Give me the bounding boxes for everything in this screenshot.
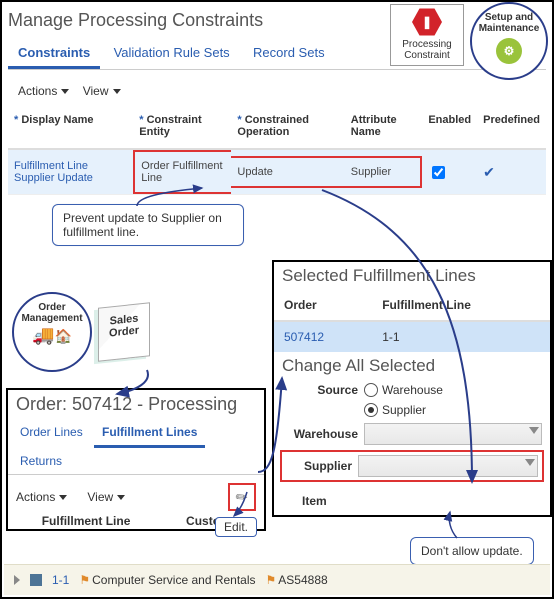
processing-constraint-badge: ❚ Processing Constraint	[390, 4, 464, 66]
chevron-down-icon	[117, 495, 125, 500]
order-tabs: Order Lines Fulfillment Lines Returns	[8, 419, 264, 475]
order-management-label: Order Management	[14, 302, 90, 324]
col-constrained-operation[interactable]: * Constrained Operation	[231, 108, 344, 149]
sfl-title: Selected Fulfillment Lines	[274, 262, 550, 290]
order-panel: Order: 507412 - Processing Order Lines F…	[6, 388, 266, 531]
flag-icon: ⚑	[79, 573, 90, 587]
selected-fulfillment-lines-panel: Selected Fulfillment Lines Order Fulfill…	[272, 260, 552, 517]
source-warehouse-label: Warehouse	[382, 383, 443, 397]
source-row: Source Warehouse	[274, 380, 550, 400]
cell-constrained-operation: Update	[231, 149, 344, 195]
col-attribute-name[interactable]: Attribute Name	[345, 108, 423, 149]
sales-order-card[interactable]: Sales Order	[98, 302, 150, 361]
warehouse-row: Warehouse	[274, 420, 550, 448]
order-actions-label: Actions	[16, 490, 55, 504]
cell-attribute-name: Supplier	[345, 149, 423, 195]
sfl-col-fline[interactable]: Fulfillment Line	[372, 290, 550, 321]
chevron-down-icon	[61, 89, 69, 94]
supplier-row: Supplier	[280, 450, 544, 482]
supplier-label: Supplier	[286, 459, 352, 473]
order-title: Order: 507412 - Processing	[8, 390, 264, 419]
tab-returns[interactable]: Returns	[12, 448, 70, 474]
order-view-menu[interactable]: View	[87, 490, 125, 504]
stop-icon: ❚	[412, 7, 442, 37]
order-management-badge[interactable]: Order Management 🚚🏠	[12, 292, 92, 372]
pencil-icon: ✎	[232, 487, 252, 508]
bottom-row[interactable]: 1-1 ⚑Computer Service and Rentals ⚑AS548…	[4, 564, 550, 595]
bottom-customer: ⚑Computer Service and Rentals	[79, 573, 255, 587]
bottom-item: ⚑AS54888	[266, 573, 328, 587]
flag-icon: ⚑	[266, 573, 277, 587]
order-management-icon: 🚚🏠	[14, 326, 90, 344]
tab-constraints[interactable]: Constraints	[8, 39, 100, 69]
radio-icon	[364, 403, 378, 417]
col-display-name[interactable]: * Display Name	[8, 108, 133, 149]
row-icon	[30, 574, 42, 586]
col-constraint-entity[interactable]: * Constraint Entity	[133, 108, 231, 149]
setup-maintenance-badge[interactable]: Setup and Maintenance ⚙	[470, 2, 548, 80]
sfl-table: Order Fulfillment Line 507412 1-1	[274, 290, 550, 352]
col-predefined[interactable]: Predefined	[477, 108, 546, 149]
order-actions-menu[interactable]: Actions	[16, 490, 67, 504]
cell-enabled[interactable]	[422, 149, 477, 195]
callout-prevent-update: Prevent update to Supplier on fulfillmen…	[52, 204, 244, 246]
change-all-selected-title: Change All Selected	[274, 352, 550, 380]
cell-display-name[interactable]: Fulfillment Line Supplier Update	[8, 149, 133, 195]
order-view-label: View	[87, 490, 113, 504]
sfl-col-order[interactable]: Order	[274, 290, 372, 321]
view-menu[interactable]: View	[83, 84, 121, 98]
source-label: Source	[282, 383, 358, 397]
sfl-row[interactable]: 507412 1-1	[274, 321, 550, 352]
tab-order-lines[interactable]: Order Lines	[12, 419, 91, 445]
order-col-fline[interactable]: Fulfillment Line	[8, 513, 164, 529]
page-title: Manage Processing Constraints	[8, 10, 546, 31]
sales-order-label: Sales Order	[99, 311, 149, 340]
item-row: Item	[274, 486, 550, 511]
callout-dont-allow: Don't allow update.	[410, 537, 534, 565]
col-enabled[interactable]: Enabled	[422, 108, 477, 149]
processing-constraint-label: Processing Constraint	[393, 39, 461, 61]
actions-label: Actions	[18, 84, 57, 98]
chevron-down-icon	[113, 89, 121, 94]
top-tabs: Constraints Validation Rule Sets Record …	[8, 39, 546, 70]
view-label: View	[83, 84, 109, 98]
check-icon: ✔	[483, 164, 495, 180]
constraints-table: * Display Name * Constraint Entity * Con…	[8, 108, 546, 195]
tab-validation-rule-sets[interactable]: Validation Rule Sets	[104, 39, 240, 66]
source-row-2: Supplier	[274, 400, 550, 420]
gear-icon: ⚙	[496, 38, 522, 64]
chevron-down-icon	[529, 427, 539, 434]
warehouse-select[interactable]	[364, 423, 542, 445]
table-row[interactable]: Fulfillment Line Supplier Update Order F…	[8, 149, 546, 195]
item-label: Item	[282, 494, 378, 508]
radio-icon	[364, 383, 378, 397]
source-supplier-label: Supplier	[382, 403, 426, 417]
edit-button[interactable]: ✎	[228, 483, 256, 511]
chevron-down-icon	[59, 495, 67, 500]
cell-predefined: ✔	[477, 149, 546, 195]
supplier-select[interactable]	[358, 455, 538, 477]
expand-icon[interactable]	[14, 575, 20, 585]
source-supplier-radio[interactable]: Supplier	[364, 403, 426, 417]
enabled-checkbox[interactable]	[432, 166, 445, 179]
sfl-cell-order[interactable]: 507412	[274, 321, 372, 352]
tab-record-sets[interactable]: Record Sets	[243, 39, 335, 66]
callout-edit: Edit.	[215, 517, 257, 537]
warehouse-label: Warehouse	[282, 427, 358, 441]
setup-maintenance-label: Setup and Maintenance	[472, 12, 546, 34]
source-warehouse-radio[interactable]: Warehouse	[364, 383, 443, 397]
cell-constraint-entity: Order Fulfillment Line	[133, 149, 231, 195]
sfl-cell-fline: 1-1	[372, 321, 550, 352]
bottom-fline[interactable]: 1-1	[52, 573, 69, 587]
tab-fulfillment-lines[interactable]: Fulfillment Lines	[94, 419, 205, 448]
chevron-down-icon	[525, 459, 535, 466]
actions-menu[interactable]: Actions	[18, 84, 69, 98]
